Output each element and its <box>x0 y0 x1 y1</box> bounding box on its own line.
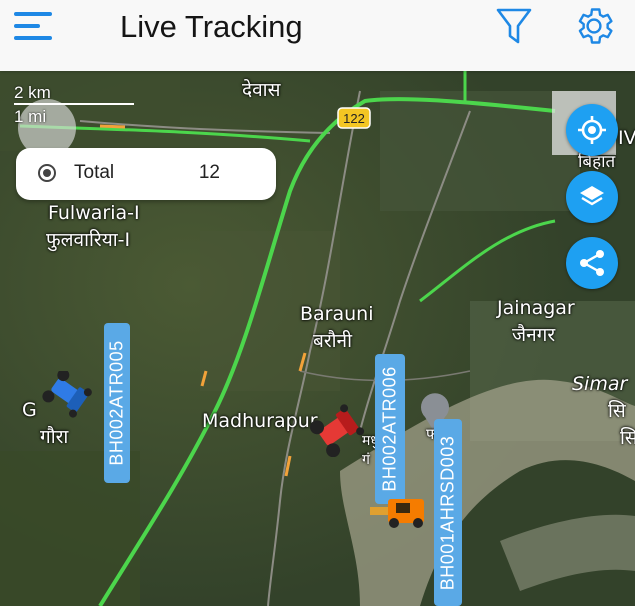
place-label: IV <box>618 127 635 149</box>
settings-button[interactable] <box>572 4 616 48</box>
filter-icon <box>496 8 532 44</box>
tractor-icon[interactable] <box>36 371 98 421</box>
vehicle-label[interactable]: BH002ATR005 <box>104 323 130 483</box>
share-button[interactable] <box>566 237 618 289</box>
road-badge: 122 <box>343 111 365 126</box>
vehicle-id: BH002ATR005 <box>106 340 127 466</box>
place-label: फुलवारिया-I <box>46 229 131 251</box>
my-location-icon <box>578 116 606 144</box>
page-title: Live Tracking <box>120 9 303 44</box>
vehicle-label[interactable]: BH001AHRSD003 <box>434 419 462 606</box>
scale-km: 2 km <box>14 83 134 105</box>
total-label: Total <box>74 162 115 183</box>
place-label: देवास <box>242 79 281 101</box>
satellite-map[interactable]: 122 2 km 1 mi देवास Fulwaria-I फुलवारिया… <box>0 71 635 606</box>
place-label: Simar <box>572 373 628 395</box>
vehicle-id: BH001AHRSD003 <box>437 435 458 590</box>
layers-button[interactable] <box>566 171 618 223</box>
harvester-icon[interactable] <box>368 491 434 531</box>
place-label: सि <box>608 400 626 422</box>
place-label: Jainagar <box>497 297 575 319</box>
map-scale: 2 km 1 mi <box>14 83 134 127</box>
place-label: Fulwaria-I <box>48 202 140 224</box>
gear-icon <box>578 8 613 44</box>
share-icon <box>580 250 604 276</box>
app-header: Live Tracking <box>0 0 635 71</box>
vehicle-id: BH002ATR006 <box>379 366 400 492</box>
my-location-button[interactable] <box>566 104 618 156</box>
scale-mi: 1 mi <box>14 107 47 126</box>
place-label: गौरा <box>40 426 69 448</box>
layers-icon <box>580 186 604 206</box>
place-label: G <box>22 399 37 421</box>
vehicle-total-card[interactable]: Total 12 <box>16 148 276 200</box>
radio-icon[interactable] <box>38 164 56 182</box>
place-label: Barauni <box>300 303 374 325</box>
place-label: बरौनी <box>313 330 353 352</box>
place-label: जैनगर <box>512 324 556 346</box>
place-label: Madhurapur <box>202 410 318 432</box>
vehicle-label[interactable]: BH002ATR006 <box>375 354 405 504</box>
filter-button[interactable] <box>492 4 536 48</box>
total-count: 12 <box>198 162 220 183</box>
menu-button[interactable] <box>14 8 70 48</box>
place-label: सि <box>620 427 635 449</box>
tractor-icon[interactable] <box>306 401 372 457</box>
